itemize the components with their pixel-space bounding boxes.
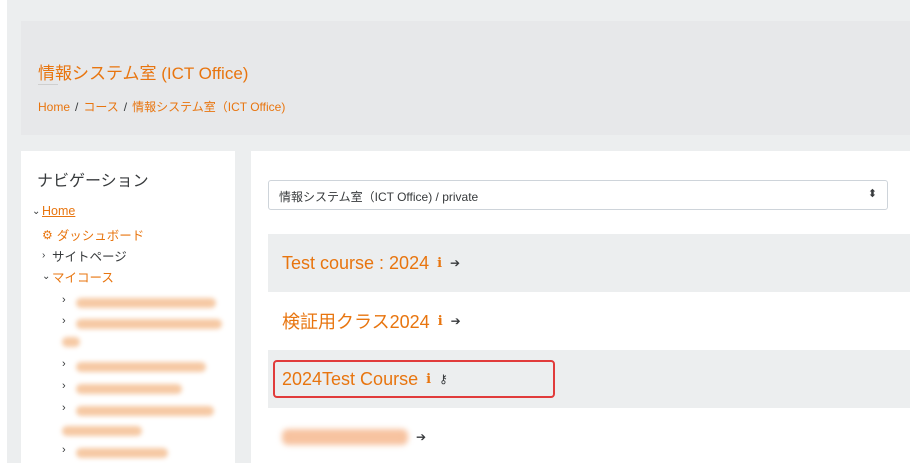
nav-my-courses-link[interactable]: マイコース xyxy=(52,267,114,286)
nav-item-dashboard[interactable]: ⚙ ダッシュボード xyxy=(42,225,144,244)
chevron-right-icon: › xyxy=(62,380,66,392)
course-row: Test course : 2024 i ➔ xyxy=(268,234,910,292)
chevron-right-icon: › xyxy=(62,444,66,456)
course-link[interactable]: 検証用クラス2024 xyxy=(282,308,430,334)
nav-home-link[interactable]: Home xyxy=(42,204,75,218)
breadcrumb-separator: / xyxy=(75,100,79,114)
nav-item-home[interactable]: ⌄ Home xyxy=(32,204,75,218)
nav-site-pages-label[interactable]: サイトページ xyxy=(52,246,127,265)
course-link[interactable]: Test course : 2024 xyxy=(282,253,429,274)
nav-item-site-pages[interactable]: › サイトページ xyxy=(42,246,127,265)
select-arrow-icon: ⬍ xyxy=(867,188,877,200)
course-row: ➔ xyxy=(268,408,910,466)
chevron-right-icon: › xyxy=(62,358,66,370)
breadcrumb-courses[interactable]: コース xyxy=(83,100,118,114)
course-row: 検証用クラス2024 i ➔ xyxy=(268,292,910,350)
course-link-redacted[interactable] xyxy=(282,429,408,445)
nav-course-item[interactable] xyxy=(76,448,168,458)
nav-course-item[interactable] xyxy=(76,319,222,329)
nav-course-item[interactable] xyxy=(62,426,142,436)
enrol-icon: ➔ xyxy=(416,430,427,444)
highlight-box xyxy=(273,360,555,398)
enrol-icon: ➔ xyxy=(450,314,461,328)
enrol-icon: ➔ xyxy=(450,256,461,270)
chevron-right-icon: › xyxy=(42,250,46,261)
chevron-right-icon: › xyxy=(62,315,66,327)
nav-dashboard-link[interactable]: ダッシュボード xyxy=(57,225,145,244)
breadcrumb-home[interactable]: Home xyxy=(38,100,70,114)
nav-item-my-courses[interactable]: ⌄ マイコース xyxy=(42,267,114,286)
breadcrumb-separator: / xyxy=(123,100,128,114)
info-icon[interactable]: i xyxy=(438,314,443,329)
nav-course-item[interactable] xyxy=(62,337,80,347)
chevron-down-icon: ⌄ xyxy=(42,271,51,282)
page-title[interactable]: 情報システム室 (ICT Office) xyxy=(38,59,248,84)
nav-course-item[interactable] xyxy=(76,384,182,394)
chevron-right-icon: › xyxy=(62,294,66,306)
breadcrumb: Home / コース / 情報システム室（ICT Office) xyxy=(38,98,285,115)
breadcrumb-category[interactable]: 情報システム室（ICT Office) xyxy=(132,100,285,114)
nav-course-item[interactable] xyxy=(76,406,214,416)
navigation-title: ナビゲーション xyxy=(37,173,149,190)
nav-course-item[interactable] xyxy=(76,298,216,308)
nav-course-item[interactable] xyxy=(76,362,206,372)
info-icon[interactable]: i xyxy=(437,256,442,271)
title-divider xyxy=(38,84,58,85)
category-select[interactable]: 情報システム室（ICT Office) / private ⬍ xyxy=(268,180,888,210)
chevron-down-icon: ⌄ xyxy=(32,205,41,217)
category-select-value: 情報システム室（ICT Office) / private xyxy=(279,190,479,204)
dashboard-icon: ⚙ xyxy=(42,227,53,242)
chevron-right-icon: › xyxy=(62,402,66,414)
